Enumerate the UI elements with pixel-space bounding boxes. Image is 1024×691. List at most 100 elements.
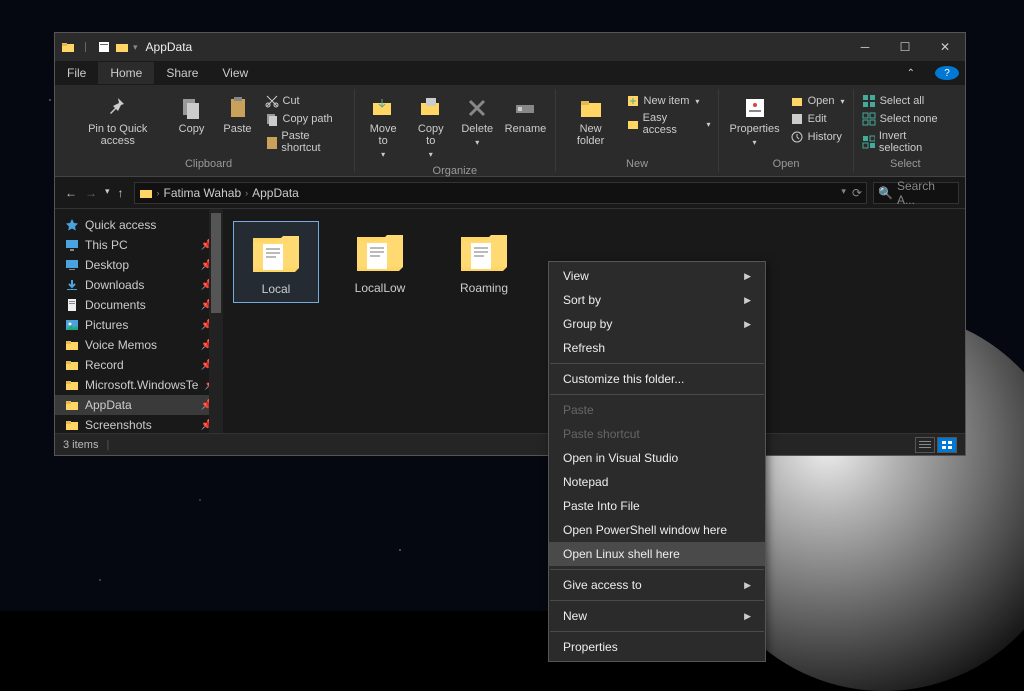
new-folder-button[interactable]: New folder [562, 93, 620, 149]
context-paste-into-file[interactable]: Paste Into File [549, 494, 765, 518]
new-item-button[interactable]: New item▾ [624, 93, 713, 109]
sidebar: Quick accessThis PC📌Desktop📌Downloads📌Do… [55, 209, 223, 433]
tab-file[interactable]: File [55, 62, 98, 84]
copy-button[interactable]: Copy [171, 93, 213, 137]
folder-label: LocalLow [355, 281, 406, 295]
context-refresh[interactable]: Refresh [549, 336, 765, 360]
breadcrumb-folder[interactable]: AppData [252, 186, 299, 200]
search-input[interactable]: 🔍 Search A... [873, 182, 959, 204]
context-view[interactable]: View▶ [549, 264, 765, 288]
open-group-label: Open [773, 156, 800, 172]
collapse-ribbon-icon[interactable]: ⌃ [895, 64, 927, 83]
back-button[interactable]: ← [65, 186, 77, 200]
copy-path-button[interactable]: Copy path [263, 111, 349, 127]
qat-folder-icon[interactable] [115, 40, 129, 54]
details-view-button[interactable] [915, 437, 935, 453]
move-to-button[interactable]: Move to▾ [361, 93, 405, 163]
tab-view[interactable]: View [210, 62, 260, 84]
sidebar-item-pictures[interactable]: Pictures📌 [55, 315, 223, 335]
easy-access-button[interactable]: Easy access▾ [624, 111, 713, 137]
status-text: 3 items [63, 439, 98, 451]
maximize-button[interactable]: ☐ [885, 33, 925, 61]
sidebar-item-label: AppData [85, 398, 132, 412]
breadcrumb[interactable]: › Fatima Wahab › AppData ▾ ⟳ [134, 182, 867, 204]
history-button[interactable]: History [788, 129, 847, 145]
minimize-button[interactable]: ─ [845, 33, 885, 61]
context-open-linux-shell-here[interactable]: Open Linux shell here [549, 542, 765, 566]
context-separator [550, 569, 764, 570]
breadcrumb-user[interactable]: Fatima Wahab [164, 186, 242, 200]
folder-icon [249, 228, 303, 276]
context-notepad[interactable]: Notepad [549, 470, 765, 494]
cut-button[interactable]: Cut [263, 93, 349, 109]
context-new[interactable]: New▶ [549, 604, 765, 628]
up-button[interactable]: ↑ [118, 186, 124, 200]
context-sort-by[interactable]: Sort by▶ [549, 288, 765, 312]
copy-to-button[interactable]: Copy to▾ [409, 93, 452, 163]
context-open-in-visual-studio[interactable]: Open in Visual Studio [549, 446, 765, 470]
tab-home[interactable]: Home [98, 62, 154, 84]
edit-button[interactable]: Edit [788, 111, 847, 127]
breadcrumb-dropdown-icon[interactable]: ▾ [841, 186, 846, 200]
close-button[interactable]: ✕ [925, 33, 965, 61]
recent-dropdown-icon[interactable]: ▾ [105, 186, 110, 200]
sidebar-scrollbar[interactable] [209, 209, 223, 433]
forward-button[interactable]: → [85, 186, 97, 200]
folder-locallow[interactable]: LocalLow [337, 221, 423, 301]
context-item-label: Give access to [563, 578, 642, 592]
status-bar: 3 items | [55, 433, 965, 455]
paste-button[interactable]: Paste [217, 93, 259, 137]
sidebar-item-label: This PC [85, 238, 128, 252]
new-group-label: New [626, 156, 648, 172]
sidebar-item-microsoft-windowste[interactable]: Microsoft.WindowsTe📌 [55, 375, 223, 395]
context-customize-this-folder-[interactable]: Customize this folder... [549, 367, 765, 391]
scrollbar-thumb[interactable] [211, 213, 221, 313]
open-button[interactable]: Open▾ [788, 93, 847, 109]
paste-shortcut-button[interactable]: Paste shortcut [263, 129, 349, 155]
select-all-button[interactable]: Select all [860, 93, 951, 109]
folder-icon [65, 338, 79, 352]
tab-share[interactable]: Share [154, 62, 210, 84]
chevron-right-icon[interactable]: › [245, 188, 248, 198]
folder-roaming[interactable]: Roaming [441, 221, 527, 301]
folder-label: Local [262, 282, 291, 296]
properties-button[interactable]: Properties▾ [725, 93, 783, 151]
qat-dropdown-icon[interactable]: ▾ [133, 42, 138, 53]
folder-icon [353, 227, 407, 275]
qat-prop-icon[interactable] [97, 40, 111, 54]
titlebar[interactable]: ▾ AppData ─ ☐ ✕ [55, 33, 965, 61]
select-none-button[interactable]: Select none [860, 111, 951, 127]
context-group-by[interactable]: Group by▶ [549, 312, 765, 336]
sidebar-item-downloads[interactable]: Downloads📌 [55, 275, 223, 295]
address-bar-row: ← → ▾ ↑ › Fatima Wahab › AppData ▾ ⟳ 🔍 S… [55, 177, 965, 209]
icons-view-button[interactable] [937, 437, 957, 453]
delete-button[interactable]: Delete▾ [456, 93, 498, 151]
rename-button[interactable]: Rename [502, 93, 548, 137]
invert-selection-button[interactable]: Invert selection [860, 129, 951, 155]
window-title: AppData [146, 40, 193, 54]
sidebar-item-documents[interactable]: Documents📌 [55, 295, 223, 315]
sidebar-item-this-pc[interactable]: This PC📌 [55, 235, 223, 255]
help-icon[interactable]: ? [935, 66, 959, 80]
ribbon: Pin to Quick access Copy Paste Cut Copy … [55, 85, 965, 177]
chevron-right-icon[interactable]: › [157, 188, 160, 198]
context-item-label: Paste [563, 403, 594, 417]
context-open-powershell-window-here[interactable]: Open PowerShell window here [549, 518, 765, 542]
sidebar-item-label: Microsoft.WindowsTe [85, 378, 198, 392]
sidebar-item-quick-access[interactable]: Quick access [55, 215, 223, 235]
sidebar-item-appdata[interactable]: AppData📌 [55, 395, 223, 415]
pin-quick-access-button[interactable]: Pin to Quick access [69, 93, 167, 149]
context-give-access-to[interactable]: Give access to▶ [549, 573, 765, 597]
folder-local[interactable]: Local [233, 221, 319, 303]
sidebar-item-label: Desktop [85, 258, 129, 272]
select-group-label: Select [890, 156, 921, 172]
sidebar-item-record[interactable]: Record📌 [55, 355, 223, 375]
sidebar-item-desktop[interactable]: Desktop📌 [55, 255, 223, 275]
refresh-button[interactable]: ⟳ [852, 186, 862, 200]
sidebar-item-voice-memos[interactable]: Voice Memos📌 [55, 335, 223, 355]
sidebar-item-screenshots[interactable]: Screenshots📌 [55, 415, 223, 433]
sidebar-item-label: Record [85, 358, 124, 372]
context-properties[interactable]: Properties [549, 635, 765, 659]
context-item-label: Open in Visual Studio [563, 451, 678, 465]
sidebar-item-label: Documents [85, 298, 146, 312]
